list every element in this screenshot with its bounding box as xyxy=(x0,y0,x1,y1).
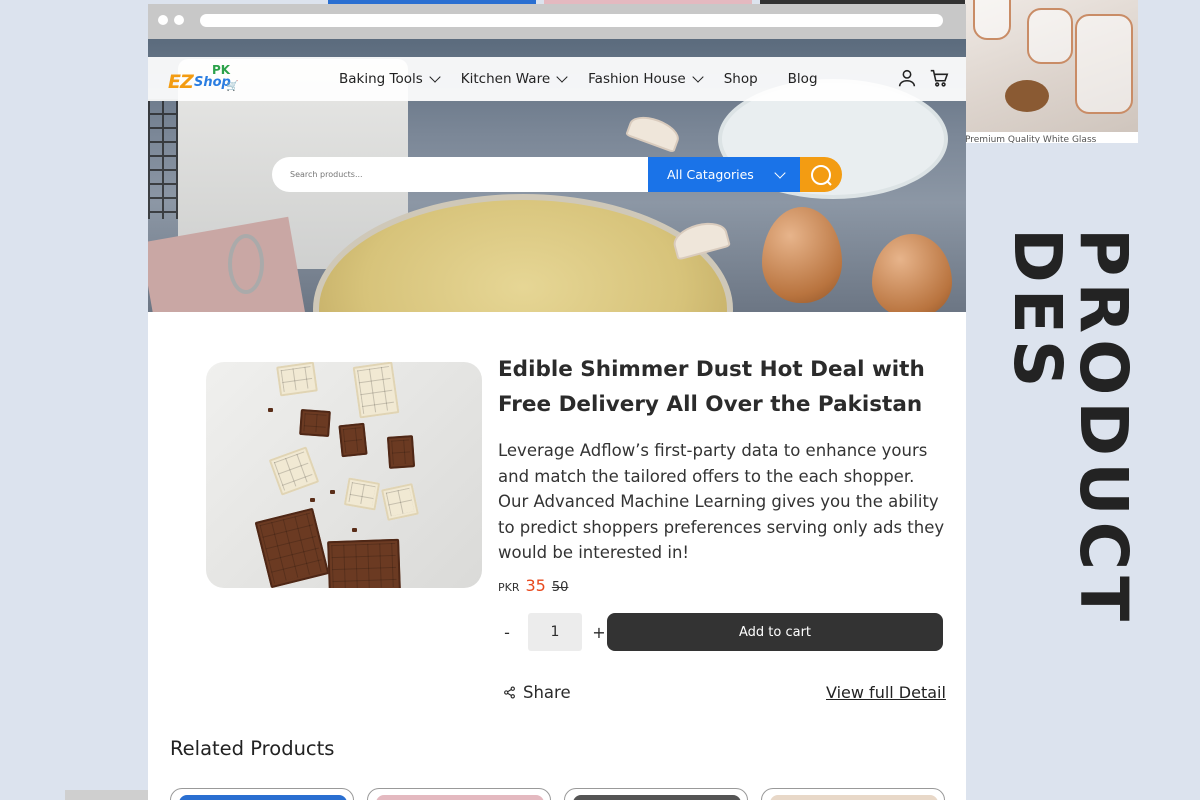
glass-jar xyxy=(1027,8,1073,64)
related-product-card[interactable] xyxy=(761,788,945,800)
category-select[interactable]: All Catagories xyxy=(648,157,800,192)
white-chocolate-piece xyxy=(276,362,318,397)
dark-chocolate-piece xyxy=(254,507,330,588)
price-block: PKR 35 50 xyxy=(498,576,568,595)
glass-jar xyxy=(973,0,1011,40)
related-products-list xyxy=(170,788,945,800)
dark-chocolate-piece xyxy=(386,435,416,469)
menu-kitchen-ware[interactable]: Kitchen Ware xyxy=(460,71,568,87)
white-chocolate-piece xyxy=(343,477,381,511)
menu-label: Shop xyxy=(723,71,758,87)
white-chocolate-piece xyxy=(268,446,320,496)
related-product-card[interactable] xyxy=(170,788,354,800)
old-price: 50 xyxy=(551,580,569,595)
menu-blog[interactable]: Blog xyxy=(788,71,818,87)
egg xyxy=(762,207,842,303)
menu-label: Kitchen Ware xyxy=(460,71,551,87)
chocolate-crumb xyxy=(352,528,357,532)
quantity-stepper: - 1 + xyxy=(498,613,608,651)
glass-jar xyxy=(1075,14,1133,114)
chevron-down-icon xyxy=(774,167,786,179)
egg xyxy=(872,234,952,312)
egg-shell xyxy=(625,110,683,154)
kitchen-towel xyxy=(148,216,306,312)
user-icon[interactable] xyxy=(896,67,918,89)
menu-label: Fashion House xyxy=(588,71,686,87)
search-input[interactable] xyxy=(272,157,648,192)
related-products-heading: Related Products xyxy=(170,737,335,760)
hero-banner: EZ Shop PK 🛒 Baking Tools Kitchen Ware F… xyxy=(148,39,966,312)
dark-chocolate-piece xyxy=(327,538,401,588)
chocolate-crumb xyxy=(330,490,335,494)
search-button[interactable] xyxy=(800,157,842,192)
menu-baking-tools[interactable]: Baking Tools xyxy=(339,71,441,87)
window-dot[interactable] xyxy=(174,15,184,25)
chevron-down-icon xyxy=(692,71,704,83)
product-image[interactable] xyxy=(206,362,482,588)
egg-shell xyxy=(670,217,731,261)
top-navigation: EZ Shop PK 🛒 Baking Tools Kitchen Ware F… xyxy=(148,57,966,101)
logo-pk: PK xyxy=(212,63,231,77)
category-label: All Catagories xyxy=(667,167,754,182)
product-title: Edible Shimmer Dust Hot Deal with Free D… xyxy=(498,357,925,417)
share-label: Share xyxy=(523,683,571,702)
side-product-card: Premium Quality White Glass xyxy=(965,0,1138,143)
product-description: Leverage Adflow’s first-party data to en… xyxy=(498,441,945,562)
related-product-card[interactable] xyxy=(367,788,551,800)
chevron-down-icon xyxy=(556,71,568,83)
dark-chocolate-piece xyxy=(338,422,368,458)
related-product-image xyxy=(179,795,347,800)
background-strip xyxy=(65,790,149,800)
quantity-field[interactable]: 1 xyxy=(528,613,582,651)
product-description-banner-title: PRODUCT DES xyxy=(999,228,1142,628)
add-to-cart-button[interactable]: Add to cart xyxy=(607,613,943,651)
related-product-image xyxy=(376,795,544,800)
related-product-card[interactable] xyxy=(564,788,748,800)
chevron-down-icon xyxy=(429,71,441,83)
related-product-image xyxy=(770,795,938,800)
decrease-quantity-button[interactable]: - xyxy=(498,623,516,642)
browser-chrome xyxy=(148,4,966,39)
increase-quantity-button[interactable]: + xyxy=(590,623,608,642)
logo-cart-icon: 🛒 xyxy=(226,81,239,92)
current-price: 35 xyxy=(525,576,546,595)
dark-chocolate-piece xyxy=(299,408,331,438)
share-icon xyxy=(504,686,515,699)
white-chocolate-piece xyxy=(381,483,419,521)
menu-label: Blog xyxy=(787,71,818,87)
side-product-caption: Premium Quality White Glass xyxy=(965,135,1097,143)
price-currency: PKR xyxy=(498,581,520,594)
menu-fashion-house[interactable]: Fashion House xyxy=(588,71,704,87)
white-chocolate-piece xyxy=(352,362,400,419)
side-product-image xyxy=(965,0,1138,132)
menu-shop[interactable]: Shop xyxy=(724,71,758,87)
ezshop-logo[interactable]: EZ Shop PK 🛒 xyxy=(168,63,238,97)
related-product-image xyxy=(573,795,741,800)
menu-label: Baking Tools xyxy=(339,71,423,87)
search-icon xyxy=(811,164,832,186)
nav-icons xyxy=(896,67,950,89)
view-full-detail-link[interactable]: View full Detail xyxy=(826,683,946,702)
cart-icon[interactable] xyxy=(928,67,950,89)
main-menu: Baking Tools Kitchen Ware Fashion House … xyxy=(339,57,840,101)
chocolate-crumb xyxy=(310,498,315,502)
chocolate-crumb xyxy=(268,408,273,412)
browser-window: EZ Shop PK 🛒 Baking Tools Kitchen Ware F… xyxy=(148,4,966,800)
logo-ez: EZ xyxy=(168,71,194,93)
window-dot[interactable] xyxy=(158,15,168,25)
whisk xyxy=(228,234,264,294)
search-bar: All Catagories xyxy=(272,157,842,192)
share-button[interactable]: Share xyxy=(503,683,571,702)
wooden-spoon xyxy=(1005,80,1049,112)
address-bar[interactable] xyxy=(200,14,943,27)
